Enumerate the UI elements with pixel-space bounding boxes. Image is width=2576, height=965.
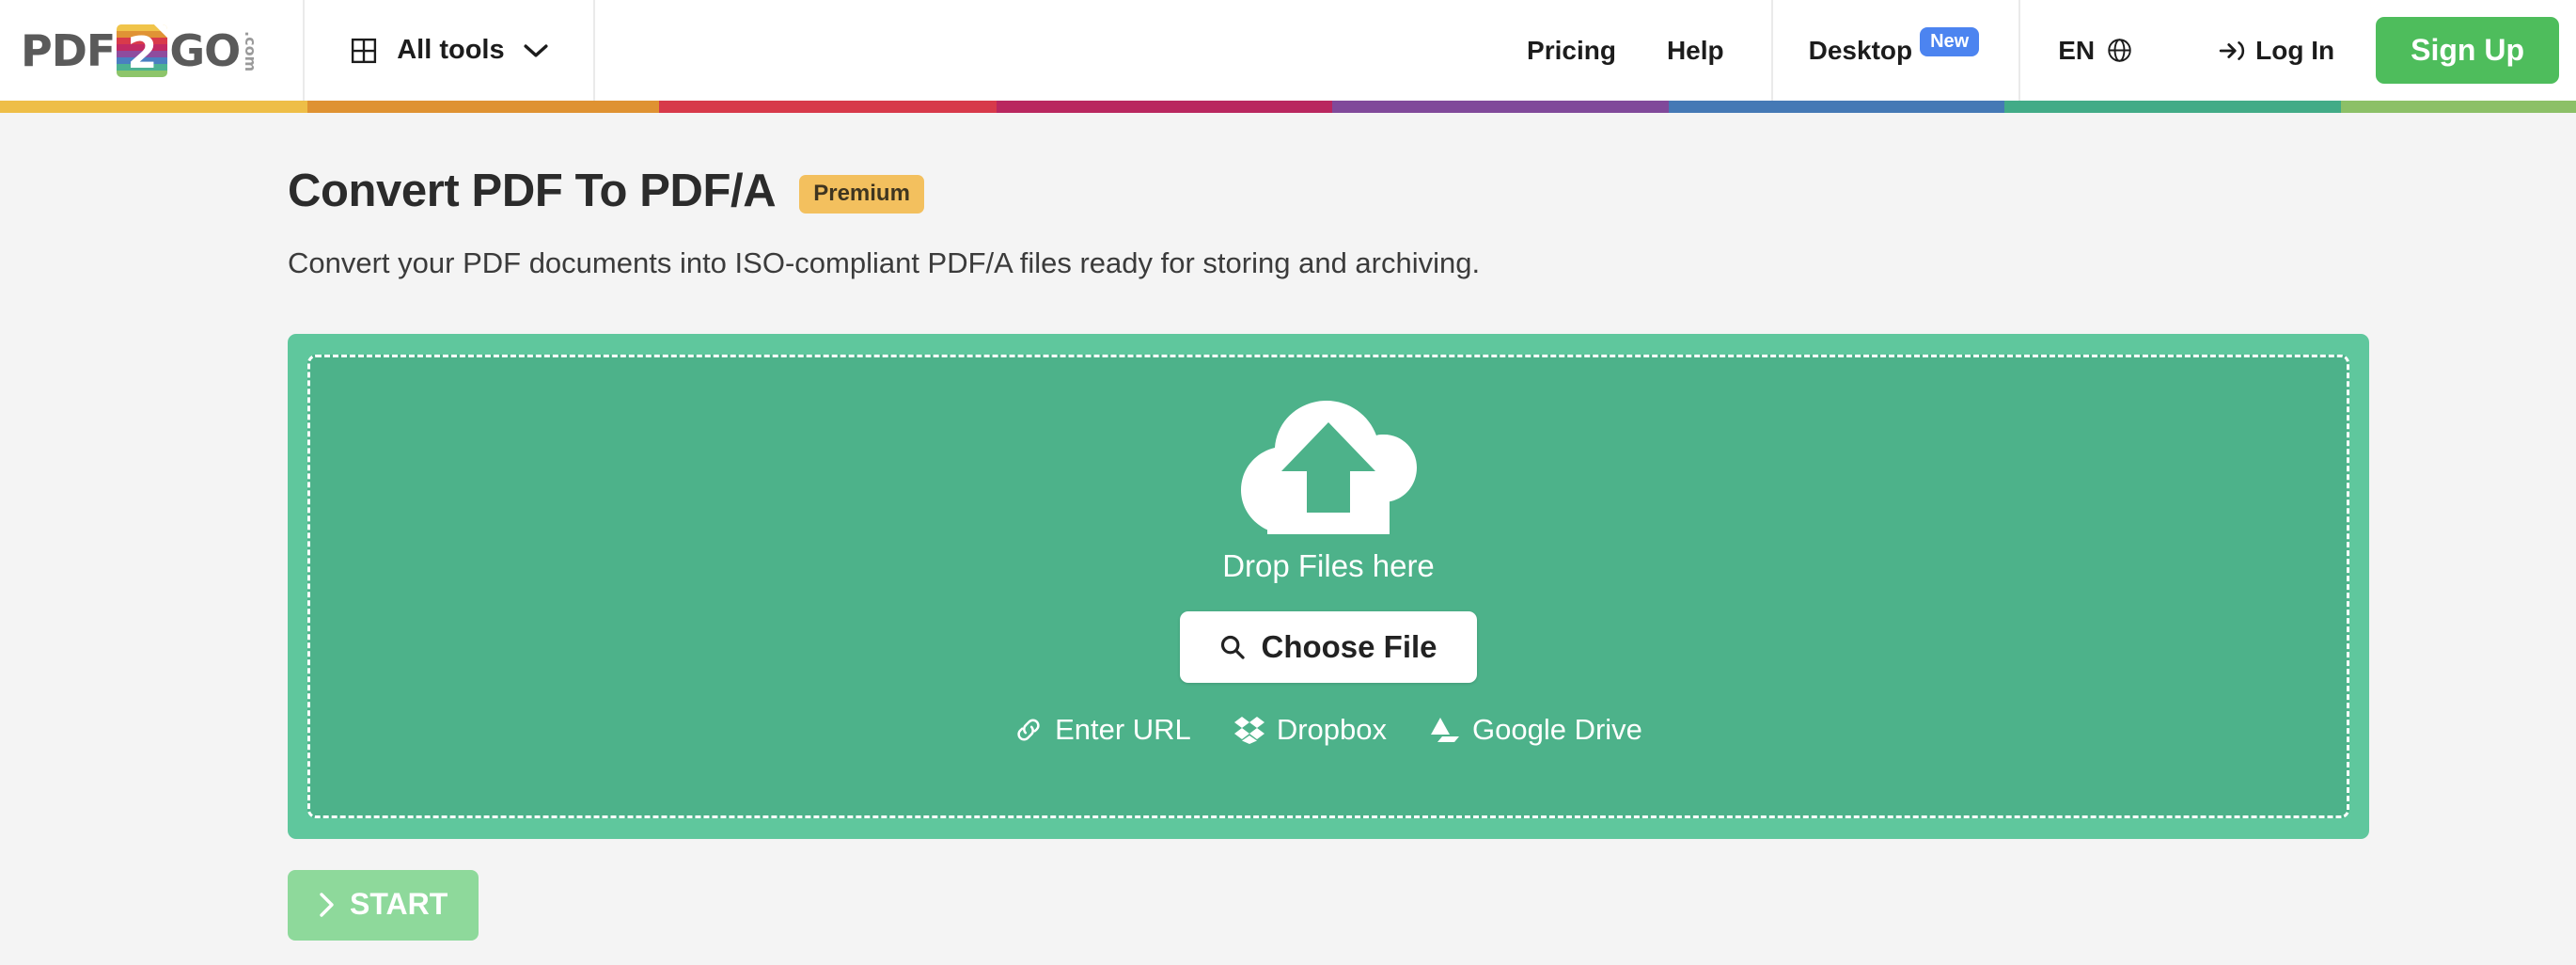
stripe-8 — [2341, 101, 2576, 113]
nav-pricing[interactable]: Pricing — [1527, 36, 1616, 66]
google-drive-icon — [1430, 717, 1460, 743]
language-selector[interactable]: EN — [2018, 0, 2170, 101]
login-label: Log In — [2255, 35, 2335, 65]
file-source-links: Enter URL Dropbox Google Drive — [1014, 713, 1642, 747]
start-label: START — [350, 887, 448, 921]
search-icon — [1219, 634, 1246, 660]
stripe-1 — [0, 101, 307, 113]
nav-help[interactable]: Help — [1667, 36, 1724, 66]
page-subtitle: Convert your PDF documents into ISO-comp… — [288, 246, 1481, 279]
choose-file-label: Choose File — [1261, 629, 1437, 664]
source-dropbox-label: Dropbox — [1276, 713, 1387, 746]
logo-text-go: GO — [169, 24, 241, 76]
stripe-3 — [659, 101, 997, 113]
source-enter-url-label: Enter URL — [1055, 713, 1191, 746]
source-google-drive-label: Google Drive — [1472, 713, 1642, 746]
dropbox-icon — [1233, 716, 1264, 744]
login-arrow-icon — [2219, 39, 2245, 63]
logo-digit-two: 2 — [127, 26, 158, 77]
nav-desktop[interactable]: Desktop New — [1770, 0, 2019, 101]
new-badge: New — [1920, 27, 1980, 56]
cloud-upload-icon — [1239, 400, 1418, 535]
file-dropzone[interactable]: Drop Files here Choose File Enter URL Dr… — [288, 334, 2369, 839]
grid-icon — [350, 37, 378, 65]
drop-files-label: Drop Files here — [1222, 548, 1435, 583]
color-stripe-bar — [0, 101, 2576, 113]
logo-two-block: 2 — [117, 24, 168, 77]
main-content: Convert PDF To PDF/A Premium Convert you… — [0, 113, 2576, 941]
stripe-5 — [1332, 101, 1669, 113]
all-tools-menu[interactable]: All tools — [305, 0, 595, 101]
auth-actions: Log In Sign Up — [2170, 0, 2576, 101]
stripe-2 — [307, 101, 659, 113]
nav-desktop-label: Desktop — [1808, 35, 1913, 65]
chevron-down-icon — [524, 43, 548, 58]
site-logo[interactable]: PDF 2 GO .com — [0, 0, 306, 101]
login-button[interactable]: Log In — [2219, 36, 2334, 66]
premium-badge: Premium — [799, 174, 924, 214]
source-enter-url[interactable]: Enter URL — [1014, 713, 1191, 747]
header-nav-links: Pricing Help — [1480, 0, 1771, 101]
logo-text-pdf: PDF — [21, 24, 116, 76]
file-dropzone-inner[interactable]: Drop Files here Choose File Enter URL Dr… — [307, 355, 2349, 818]
page-title: Convert PDF To PDF/A — [288, 166, 777, 216]
signup-button[interactable]: Sign Up — [2376, 16, 2559, 85]
page-title-row: Convert PDF To PDF/A Premium — [288, 165, 2576, 217]
stripe-7 — [2004, 101, 2341, 113]
header-spacer — [595, 0, 1480, 101]
stripe-4 — [997, 101, 1332, 113]
link-icon — [1014, 716, 1043, 744]
globe-icon — [2107, 38, 2132, 63]
all-tools-label: All tools — [397, 35, 505, 65]
source-dropbox[interactable]: Dropbox — [1233, 713, 1387, 747]
chevron-right-icon — [319, 892, 336, 918]
start-button[interactable]: START — [288, 870, 479, 941]
stripe-6 — [1669, 101, 2004, 113]
language-label: EN — [2058, 35, 2096, 65]
logo-dotcom: .com — [242, 30, 260, 71]
source-google-drive[interactable]: Google Drive — [1430, 713, 1642, 747]
site-header: PDF 2 GO .com All tools Pricing Help Des… — [0, 0, 2576, 101]
choose-file-button[interactable]: Choose File — [1180, 611, 1477, 683]
